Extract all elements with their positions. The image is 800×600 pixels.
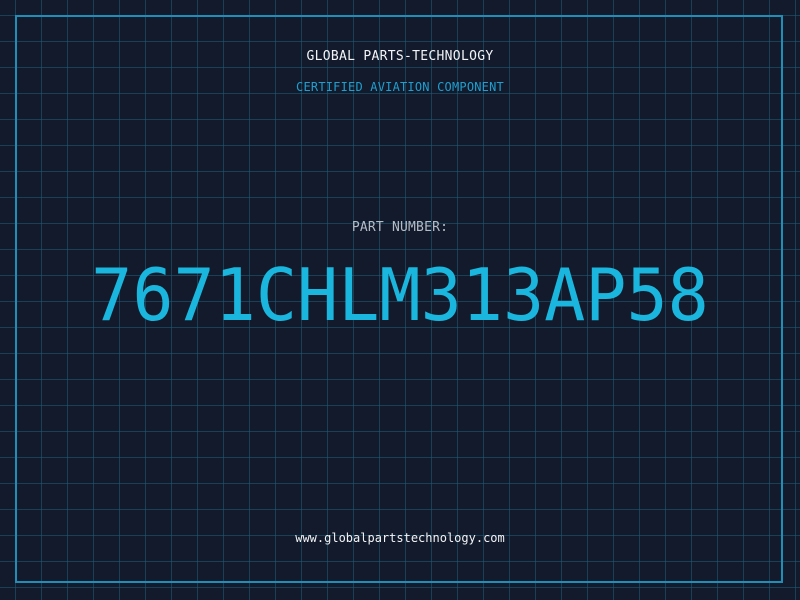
part-number-value: 7671CHLM313AP58 <box>91 253 709 337</box>
part-label-card: GLOBAL PARTS-TECHNOLOGY CERTIFIED AVIATI… <box>0 0 800 600</box>
company-name: GLOBAL PARTS-TECHNOLOGY <box>306 49 494 64</box>
website-url: www.globalpartstechnology.com <box>295 531 505 545</box>
part-number-label: PART NUMBER: <box>351 220 449 235</box>
certification-subtitle: CERTIFIED AVIATION COMPONENT <box>296 80 504 94</box>
